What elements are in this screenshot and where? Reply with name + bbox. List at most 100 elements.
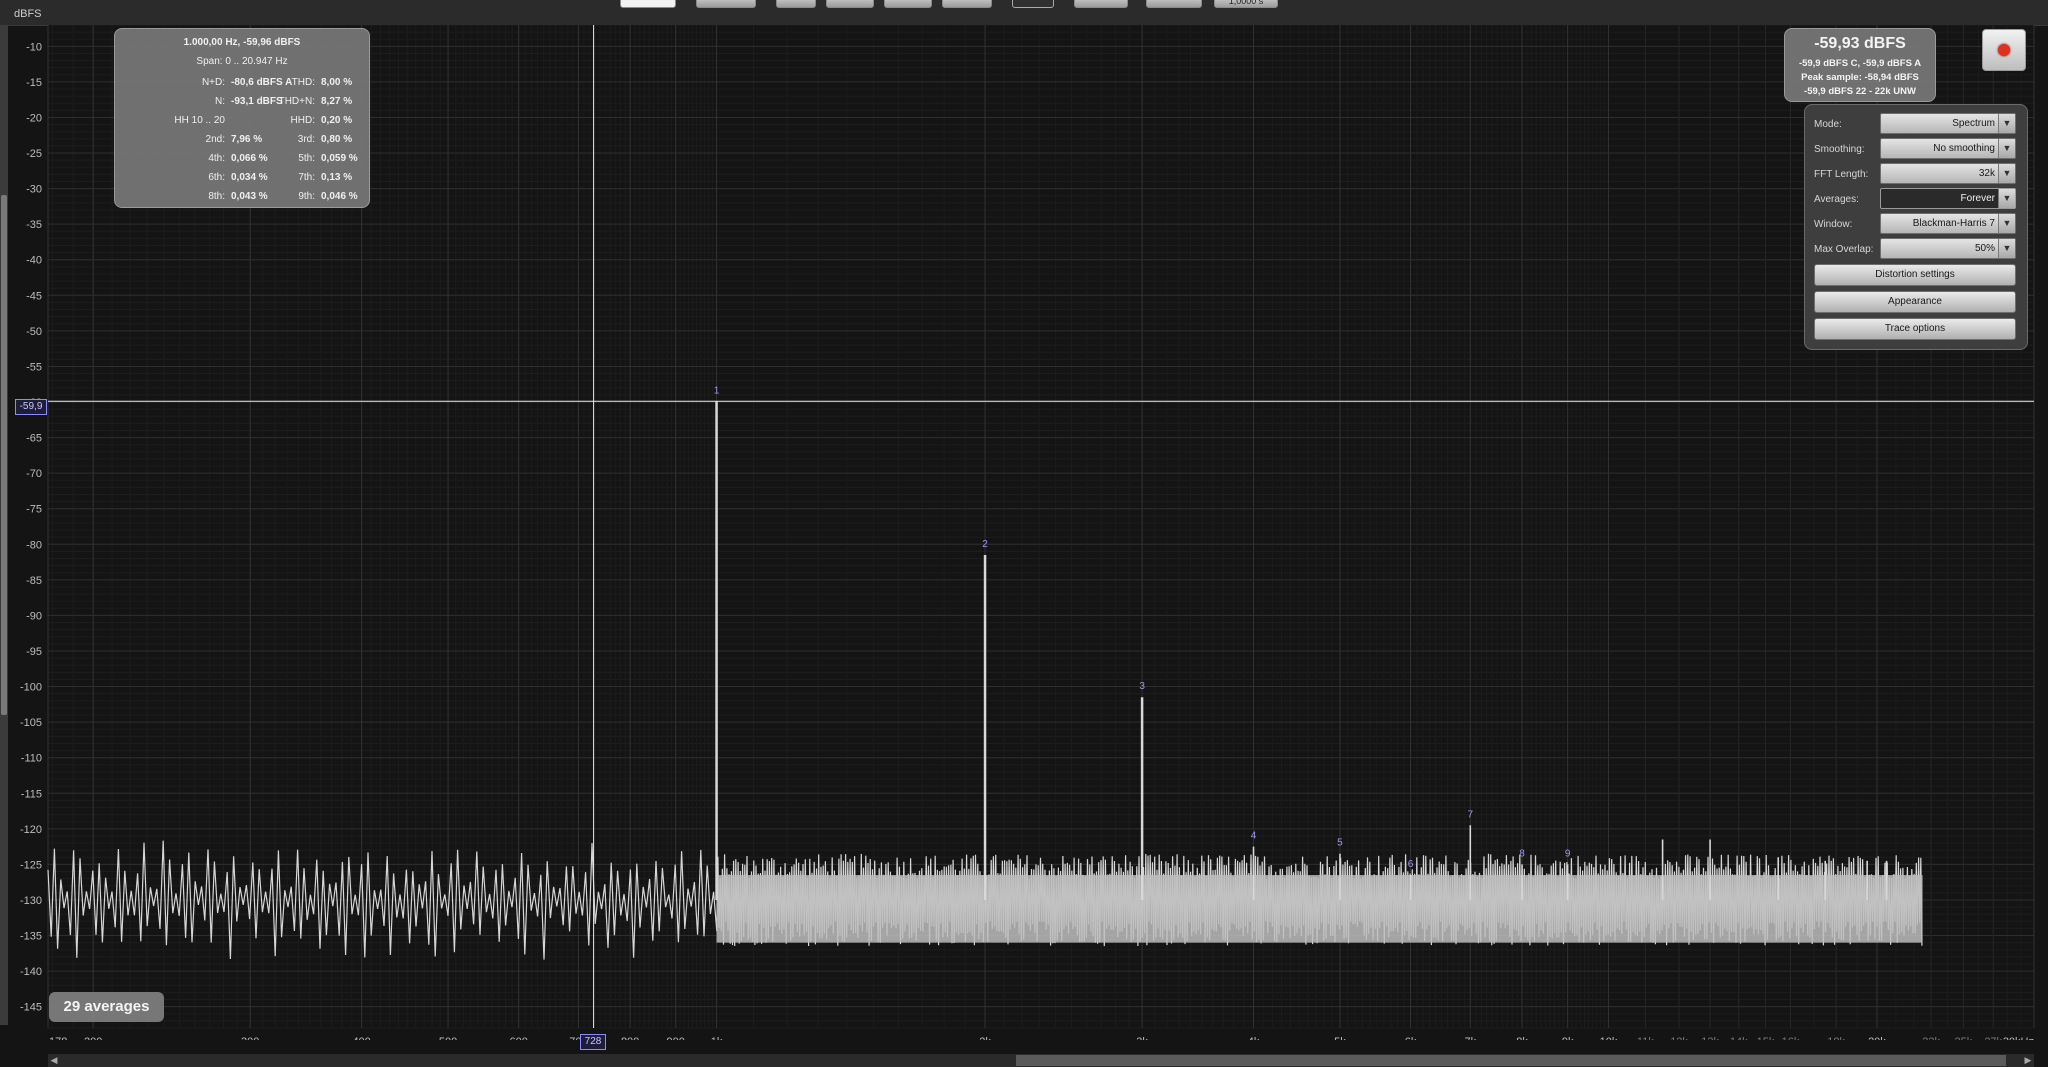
y-tick-label: -145 bbox=[20, 1002, 42, 1014]
chevron-down-icon: ▼ bbox=[1998, 239, 2015, 258]
y-tick-label: -100 bbox=[20, 682, 42, 694]
toolbar-button-4[interactable] bbox=[826, 0, 874, 8]
chevron-down-icon: ▼ bbox=[1998, 114, 2015, 133]
max-overlap-label: Max Overlap: bbox=[1814, 244, 1874, 255]
analyzer-settings-panel: Mode: Spectrum ▼ Smoothing: No smoothing ▼… bbox=[1804, 104, 2028, 350]
distortion-right-label: THD+N: bbox=[278, 96, 315, 107]
window-label: Window: bbox=[1814, 219, 1853, 230]
distortion-left-label: 2nd: bbox=[205, 134, 225, 145]
level-readout-panel: -59,93 dBFS -59,9 dBFS C, -59,9 dBFS A P… bbox=[1784, 28, 1936, 102]
toolbar-button-6[interactable] bbox=[942, 0, 992, 8]
toolbar-button-3[interactable] bbox=[776, 0, 816, 8]
x-tick-label: 300 bbox=[241, 1036, 259, 1040]
window-value: Blackman-Harris 7 bbox=[1912, 218, 1995, 229]
y-tick-label: -90 bbox=[26, 610, 42, 622]
distortion-readout-panel: 1.000,00 Hz, -59,96 dBFS Span: 0 .. 20.9… bbox=[114, 28, 370, 208]
smoothing-dropdown[interactable]: No smoothing ▼ bbox=[1880, 138, 2016, 159]
y-tick-label: -85 bbox=[26, 575, 42, 587]
harmonic-label: 2 bbox=[982, 539, 988, 550]
x-tick-label: 20k bbox=[1868, 1036, 1886, 1040]
noise-band bbox=[716, 875, 1923, 943]
smoothing-label: Smoothing: bbox=[1814, 144, 1865, 155]
x-tick-label: 1k bbox=[711, 1036, 723, 1040]
cursor-frequency-readout: 728 bbox=[580, 1034, 606, 1050]
distortion-right-label: 9th: bbox=[298, 191, 315, 202]
x-tick-label: 23k bbox=[1922, 1036, 1940, 1040]
y-tick-label: -140 bbox=[20, 966, 42, 978]
distortion-right-label: 5th: bbox=[298, 153, 315, 164]
y-tick-label: -40 bbox=[26, 255, 42, 267]
harmonic-label: 5 bbox=[1337, 838, 1343, 849]
max-overlap-value: 50% bbox=[1974, 243, 1995, 254]
x-tick-label: 4k bbox=[1248, 1036, 1260, 1040]
y-tick-label: -125 bbox=[20, 859, 42, 871]
x-tick-label: 200 bbox=[84, 1036, 102, 1040]
x-tick-label: 8k bbox=[1516, 1036, 1528, 1040]
x-tick-label: 30kHz bbox=[2003, 1036, 2034, 1040]
toolbar-button-5[interactable] bbox=[884, 0, 932, 8]
y-tick-label: -65 bbox=[26, 433, 42, 445]
time-field[interactable]: 1,0000 s bbox=[1214, 0, 1278, 8]
averages-dropdown[interactable]: Forever ▼ bbox=[1880, 188, 2016, 209]
distortion-right-label: 3rd: bbox=[297, 134, 315, 145]
fft-length-value: 32k bbox=[1978, 168, 1995, 179]
y-tick-label: -80 bbox=[26, 539, 42, 551]
harmonic-label: 9 bbox=[1565, 848, 1571, 859]
horizontal-scroll-thumb[interactable] bbox=[1016, 1055, 2006, 1066]
toolbar: 1,0000 s dBFS bbox=[0, 0, 2048, 26]
distortion-left-label: 4th: bbox=[208, 153, 225, 164]
distortion-right-value: 0,20 % bbox=[321, 115, 353, 126]
fft-length-label: FFT Length: bbox=[1814, 169, 1869, 180]
y-tick-label: -10 bbox=[26, 41, 42, 53]
y-tick-label: -120 bbox=[20, 824, 42, 836]
x-tick-label: 16k bbox=[1782, 1036, 1800, 1040]
distortion-left-label: 8th: bbox=[208, 191, 225, 202]
x-tick-label: 800 bbox=[621, 1036, 639, 1040]
distortion-settings-button[interactable]: Distortion settings bbox=[1814, 264, 2016, 286]
toolbar-button-1[interactable] bbox=[620, 0, 676, 8]
x-tick-label: 14k bbox=[1730, 1036, 1748, 1040]
scroll-right-icon[interactable]: ▶ bbox=[2022, 1054, 2034, 1067]
x-tick-label: 25k bbox=[1955, 1036, 1973, 1040]
x-axis-labels: 1782003004005006007008009001k2k3k4k5k6k7… bbox=[49, 1036, 2034, 1040]
mode-dropdown[interactable]: Spectrum ▼ bbox=[1880, 113, 2016, 134]
x-tick-label: 18k bbox=[1827, 1036, 1845, 1040]
mode-value: Spectrum bbox=[1952, 118, 1995, 129]
y-tick-label: -95 bbox=[26, 646, 42, 658]
appearance-button[interactable]: Appearance bbox=[1814, 291, 2016, 313]
distortion-right-value: 0,059 % bbox=[321, 153, 358, 164]
y-tick-label: -30 bbox=[26, 184, 42, 196]
y-axis-labels: -10-15-20-25-30-35-40-45-50-55-60-65-70-… bbox=[20, 41, 42, 1013]
harmonic-label: 3 bbox=[1139, 681, 1145, 692]
scroll-left-icon[interactable]: ◀ bbox=[48, 1054, 60, 1067]
trace-options-button[interactable]: Trace options bbox=[1814, 318, 2016, 340]
distortion-left-label: 6th: bbox=[208, 172, 225, 183]
toolbar-button-2[interactable] bbox=[696, 0, 756, 8]
window-dropdown[interactable]: Blackman-Harris 7 ▼ bbox=[1880, 213, 2016, 234]
cursor-level-readout: -59,9 bbox=[15, 399, 47, 415]
max-overlap-dropdown[interactable]: 50% ▼ bbox=[1880, 238, 2016, 259]
distortion-right-label: HHD: bbox=[290, 115, 315, 126]
level-unweighted-value: -59,9 dBFS 22 - 22k UNW bbox=[1804, 86, 1916, 97]
chevron-down-icon: ▼ bbox=[1998, 214, 2015, 233]
y-tick-label: -50 bbox=[26, 326, 42, 338]
x-tick-label: 178 bbox=[49, 1036, 67, 1040]
x-tick-label: 600 bbox=[510, 1036, 528, 1040]
x-tick-label: 6k bbox=[1405, 1036, 1417, 1040]
toolbar-button-7[interactable] bbox=[1012, 0, 1054, 8]
mode-label: Mode: bbox=[1814, 119, 1842, 130]
x-tick-label: 2k bbox=[979, 1036, 991, 1040]
horizontal-scrollbar[interactable]: ◀ ▶ bbox=[48, 1054, 2034, 1067]
toolbar-button-9[interactable] bbox=[1146, 0, 1202, 8]
y-axis-unit: dBFS bbox=[14, 8, 42, 20]
harmonic-label: 1 bbox=[714, 385, 720, 396]
x-tick-label: 11k bbox=[1637, 1036, 1654, 1040]
toolbar-button-8[interactable] bbox=[1074, 0, 1128, 8]
distortion-right-label: THD: bbox=[291, 77, 315, 88]
fft-length-dropdown[interactable]: 32k ▼ bbox=[1880, 163, 2016, 184]
record-button[interactable] bbox=[1982, 29, 2026, 71]
fundamental-readout: 1.000,00 Hz, -59,96 dBFS bbox=[183, 37, 301, 48]
chevron-down-icon: ▼ bbox=[1998, 189, 2015, 208]
x-tick-label: 7k bbox=[1464, 1036, 1476, 1040]
y-tick-label: -25 bbox=[26, 148, 42, 160]
